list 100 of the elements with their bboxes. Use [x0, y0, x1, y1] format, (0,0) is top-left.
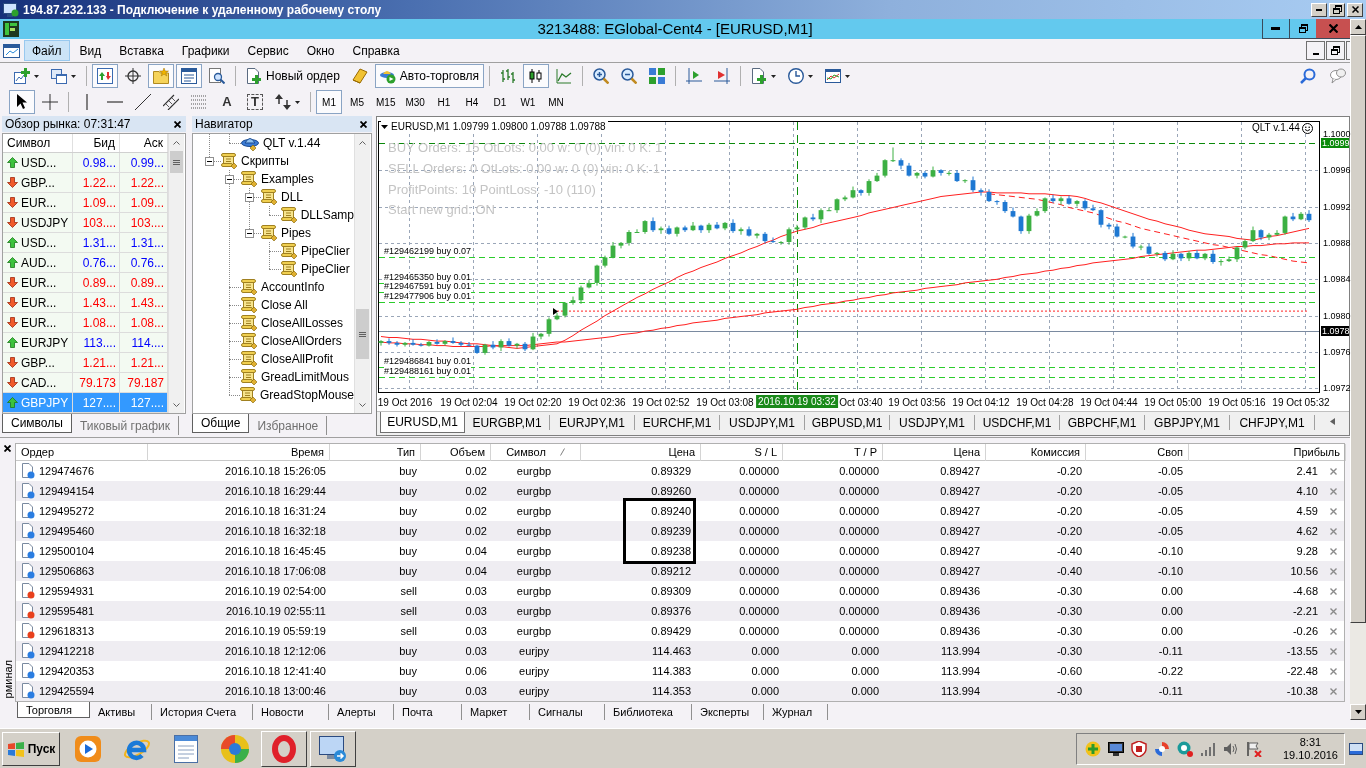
close-order-button[interactable] [1329, 646, 1338, 656]
text-tool-button[interactable]: A [214, 90, 240, 114]
close-button[interactable] [172, 118, 183, 130]
close-order-button[interactable] [1329, 546, 1338, 556]
close-order-button[interactable] [1329, 666, 1338, 676]
close-order-button[interactable] [1329, 626, 1338, 636]
close-order-button[interactable] [1329, 506, 1338, 516]
collapse-icon[interactable] [245, 228, 254, 238]
toolbar-icon-button[interactable] [523, 64, 550, 88]
column-header[interactable]: S / L [701, 444, 783, 461]
toolbar-icon-button[interactable] [92, 64, 118, 88]
close-order-button[interactable] [1329, 526, 1338, 536]
menu-item[interactable]: Сервис [239, 40, 297, 61]
close-order-button[interactable] [1329, 686, 1338, 696]
column-header[interactable]: Бид [73, 134, 120, 152]
tree-item[interactable]: PipeClier [281, 260, 350, 278]
tree-item[interactable]: CloseAllLosses [241, 314, 344, 332]
terminal-tab[interactable]: Сигналы [530, 704, 605, 720]
tree-item[interactable]: GreadLimitMous [241, 368, 350, 386]
column-header[interactable]: Прибыль [1189, 444, 1346, 461]
start-button[interactable]: Пуск [2, 731, 60, 766]
quote-row[interactable]: AUD... 0.76... 0.76... [3, 253, 168, 273]
close-order-button[interactable] [1329, 606, 1338, 616]
terminal-tab[interactable]: Почта [394, 704, 462, 720]
collapse-icon[interactable] [205, 156, 214, 166]
terminal-tab[interactable]: Торговля [17, 702, 90, 718]
menu-item[interactable]: Вставка [111, 40, 172, 61]
show-desktop-button[interactable] [1349, 742, 1363, 755]
scrollbar[interactable] [1350, 19, 1366, 720]
tree-item[interactable]: Pipes [261, 224, 312, 242]
quote-row[interactable]: USD... 1.31... 1.31... [3, 233, 168, 253]
menu-item[interactable]: Справка [344, 40, 408, 61]
close-order-button[interactable] [1329, 486, 1338, 496]
taskbar-app-button[interactable] [310, 730, 356, 767]
quote-row[interactable]: USDJPY 103.... 103.... [3, 213, 168, 233]
period-button[interactable]: M30 [401, 90, 429, 114]
quote-row[interactable]: USD... 0.98... 0.99... [3, 153, 168, 173]
tree-item[interactable]: CloseAllOrders [241, 332, 342, 350]
tree-item[interactable]: AccountInfo [241, 278, 325, 296]
period-button[interactable]: M15 [372, 90, 400, 114]
scrollbar-thumb[interactable] [170, 151, 183, 173]
chart-tab[interactable]: CHFJPY,M1 [1230, 415, 1315, 430]
quote-row[interactable]: EURJPY 113.... 114.... [3, 333, 168, 353]
text-tool-button[interactable]: T [242, 90, 268, 114]
taskbar-app-button[interactable] [261, 730, 307, 767]
drawing-tool-button[interactable] [9, 90, 35, 114]
tree-item[interactable]: PipeClier [281, 242, 350, 260]
period-button[interactable]: H1 [430, 90, 457, 114]
close-order-button[interactable] [1329, 566, 1338, 576]
panel-tab[interactable]: Избранное [249, 416, 328, 435]
column-header[interactable]: T / P [783, 444, 883, 461]
terminal-tab[interactable]: Новости [253, 704, 329, 720]
quote-row[interactable]: EUR... 1.08... 1.08... [3, 313, 168, 333]
quote-row[interactable]: EUR... 1.09... 1.09... [3, 193, 168, 213]
scrollbar[interactable] [354, 134, 370, 413]
column-header[interactable]: Комиссия [986, 444, 1086, 461]
scroll-up-button[interactable] [1350, 19, 1366, 35]
close-button[interactable] [358, 118, 369, 130]
table-row[interactable]: 129494154 2016.10.18 16:29:44 buy 0.02 eurgbp 0.89260 0.00000 0.00000 0.89427 -0.20 -0.05 4.10 [16, 481, 1344, 501]
tree-item[interactable]: DLLSamp [280, 206, 354, 224]
terminal-tab[interactable]: Маркет [462, 704, 530, 720]
scrollbar-thumb[interactable] [356, 309, 369, 359]
panel-tab[interactable]: Тиковый график [71, 416, 180, 435]
collapse-icon[interactable] [225, 174, 234, 184]
terminal-tab[interactable]: История Счета [152, 704, 253, 720]
tree-item[interactable]: CloseAllProfit [241, 350, 334, 368]
toolbar-button[interactable]: Авто-торговля [374, 64, 485, 88]
chat-button[interactable] [1328, 66, 1348, 86]
tree-item[interactable]: DLL [261, 188, 303, 206]
table-row[interactable]: 129595481 2016.10.19 02:55:11 sell 0.03 eurgbp 0.89376 0.00000 0.00000 0.89436 -0.30 0.00 -2.21 [16, 601, 1344, 621]
terminal-tab[interactable]: Библиотека [605, 704, 692, 720]
tree-item[interactable]: Скрипты [221, 152, 289, 170]
period-button[interactable]: D1 [486, 90, 513, 114]
period-button[interactable]: H4 [458, 90, 485, 114]
terminal-tab[interactable]: Активы [90, 704, 152, 720]
column-header[interactable]: Цена [581, 444, 701, 461]
period-button[interactable]: M5 [344, 90, 370, 114]
terminal-tab[interactable]: Журнал [764, 704, 828, 720]
quote-row[interactable]: EUR... 0.89... 0.89... [3, 273, 168, 293]
chart-tab[interactable]: EURCHF,M1 [635, 415, 720, 430]
scroll-left-button[interactable] [1330, 418, 1335, 425]
column-header[interactable]: Цена [883, 444, 986, 461]
restore-button[interactable] [1326, 41, 1345, 60]
panel-tab[interactable]: Символы [2, 414, 72, 433]
scrollbar-thumb[interactable] [1350, 35, 1366, 623]
chart-tab[interactable]: USDCHF,M1 [975, 415, 1060, 430]
toolbar-icon-button[interactable] [176, 64, 202, 88]
period-button[interactable]: M1 [316, 90, 342, 114]
menu-item[interactable]: Окно [298, 40, 343, 61]
panel-tab[interactable]: Общие [192, 414, 250, 433]
search-button[interactable] [1298, 66, 1318, 86]
period-button[interactable]: W1 [514, 90, 541, 114]
toolbar-button[interactable]: Новый ордер [241, 64, 345, 88]
tree-item[interactable]: Close All [241, 296, 308, 314]
table-row[interactable]: 129425594 2016.10.18 13:00:46 buy 0.03 eurjpy 114.353 0.000 0.000 113.994 -0.30 -0.11 -10.38 [16, 681, 1344, 701]
chart-tab[interactable]: EURGBP,M1 [465, 415, 550, 430]
column-header[interactable]: Своп [1086, 444, 1189, 461]
tree-item[interactable]: QLT v.1.44 [241, 134, 321, 152]
chart-tab[interactable]: GBPCHF,M1 [1060, 415, 1145, 430]
scroll-down-button[interactable] [1350, 704, 1366, 720]
